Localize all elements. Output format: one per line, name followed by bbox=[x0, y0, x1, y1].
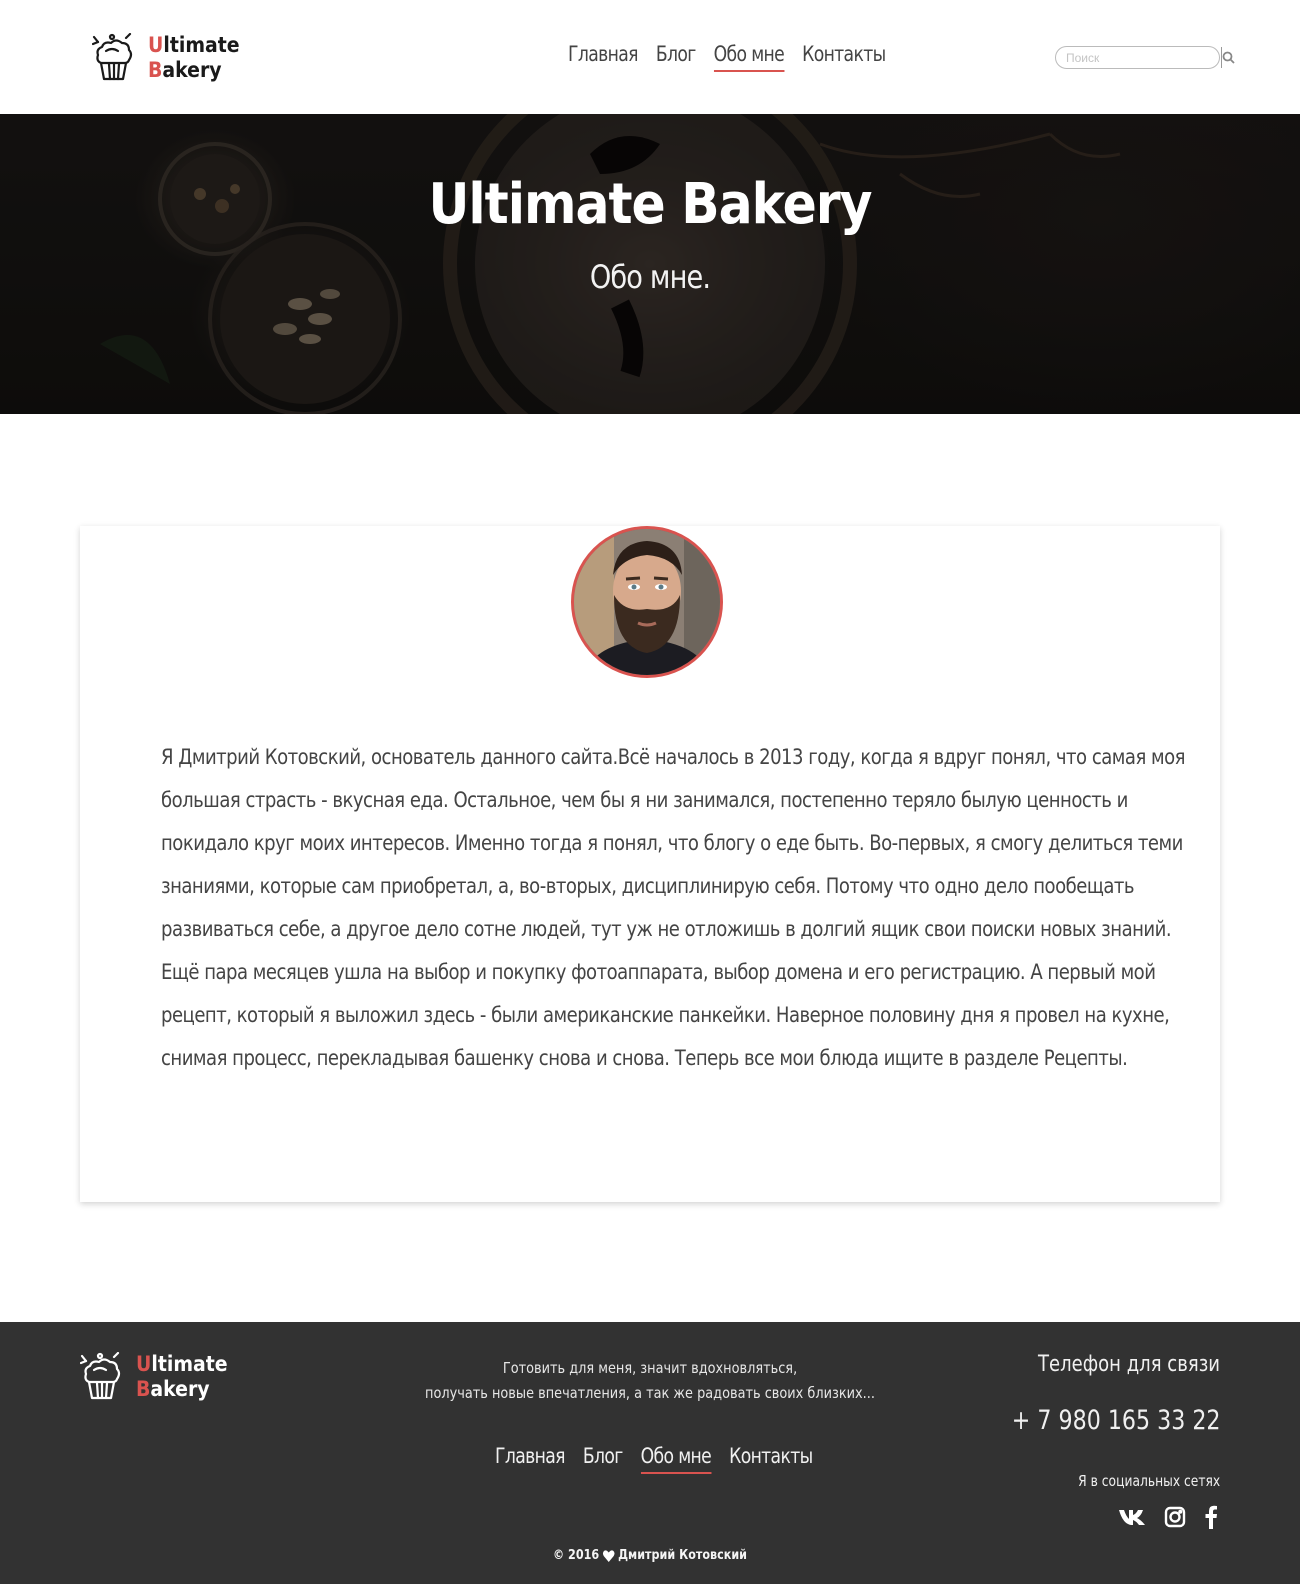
phone-number[interactable]: + 7 980 165 33 22 bbox=[1011, 1405, 1220, 1436]
facebook-icon bbox=[1205, 1505, 1217, 1529]
author-portrait bbox=[574, 529, 720, 675]
about-text: Я Дмитрий Котовский, основатель данного … bbox=[161, 736, 1201, 1080]
heart-icon bbox=[602, 1549, 615, 1562]
hero-title: Ultimate Bakery bbox=[428, 172, 872, 237]
search-icon bbox=[1222, 51, 1235, 64]
tagline-line-2: получать новые впечатления, а так же рад… bbox=[425, 1384, 875, 1402]
nav-item-blog[interactable]: Блог bbox=[656, 42, 696, 72]
search-box bbox=[1055, 46, 1235, 69]
logo-text: Ultimate Bakery bbox=[148, 33, 240, 83]
search-button[interactable] bbox=[1221, 47, 1235, 68]
footer-nav-item-about[interactable]: Обо мне bbox=[640, 1444, 712, 1474]
nav-item-about[interactable]: Обо мне bbox=[713, 42, 785, 72]
footer-nav-item-blog[interactable]: Блог bbox=[583, 1444, 623, 1474]
site-header: Ultimate Bakery Главная Блог Обо мне Кон… bbox=[0, 0, 1300, 114]
footer-nav-item-contacts[interactable]: Контакты bbox=[729, 1444, 813, 1474]
nav-item-contacts[interactable]: Контакты bbox=[802, 42, 886, 72]
logo-initial-u: U bbox=[148, 33, 164, 57]
about-paragraph-2: Ещё пара месяцев ушла на выбор и покупку… bbox=[161, 960, 1170, 1070]
logo-word-ultimate: ltimate bbox=[163, 33, 240, 57]
about-card: Я Дмитрий Котовский, основатель данного … bbox=[80, 526, 1220, 1202]
footer-nav-item-home[interactable]: Главная bbox=[495, 1444, 565, 1474]
hero-banner: Ultimate Bakery Обо мне. bbox=[0, 114, 1300, 414]
copyright-name: Дмитрий Котовский bbox=[618, 1548, 748, 1563]
cupcake-icon bbox=[92, 33, 133, 81]
author-avatar bbox=[571, 526, 723, 678]
instagram-icon bbox=[1164, 1506, 1186, 1528]
vk-icon bbox=[1119, 1510, 1145, 1525]
social-links bbox=[1118, 1505, 1218, 1529]
hero-subtitle: Обо мне. bbox=[589, 258, 711, 296]
nav-item-home[interactable]: Главная bbox=[568, 42, 638, 72]
logo-word-bakery: akery bbox=[162, 58, 222, 82]
social-label: Я в социальных сетях bbox=[1077, 1472, 1220, 1490]
copyright: © 2016 Дмитрий Котовский bbox=[91, 1548, 1209, 1563]
site-logo[interactable]: Ultimate Bakery bbox=[92, 33, 240, 83]
logo-initial-b: B bbox=[148, 58, 163, 82]
about-paragraph-1: Я Дмитрий Котовский, основатель данного … bbox=[161, 745, 1186, 941]
copyright-year: © 2016 bbox=[552, 1548, 600, 1563]
main-nav: Главная Блог Обо мне Контакты bbox=[568, 42, 886, 72]
phone-label: Телефон для связи bbox=[1037, 1352, 1220, 1377]
site-footer: Ultimate Bakery Готовить для меня, значи… bbox=[0, 1322, 1300, 1584]
vk-link[interactable] bbox=[1118, 1508, 1146, 1526]
instagram-link[interactable] bbox=[1164, 1506, 1186, 1528]
facebook-link[interactable] bbox=[1204, 1505, 1218, 1529]
search-input[interactable] bbox=[1056, 47, 1221, 68]
footer-nav: Главная Блог Обо мне Контакты bbox=[495, 1444, 813, 1474]
